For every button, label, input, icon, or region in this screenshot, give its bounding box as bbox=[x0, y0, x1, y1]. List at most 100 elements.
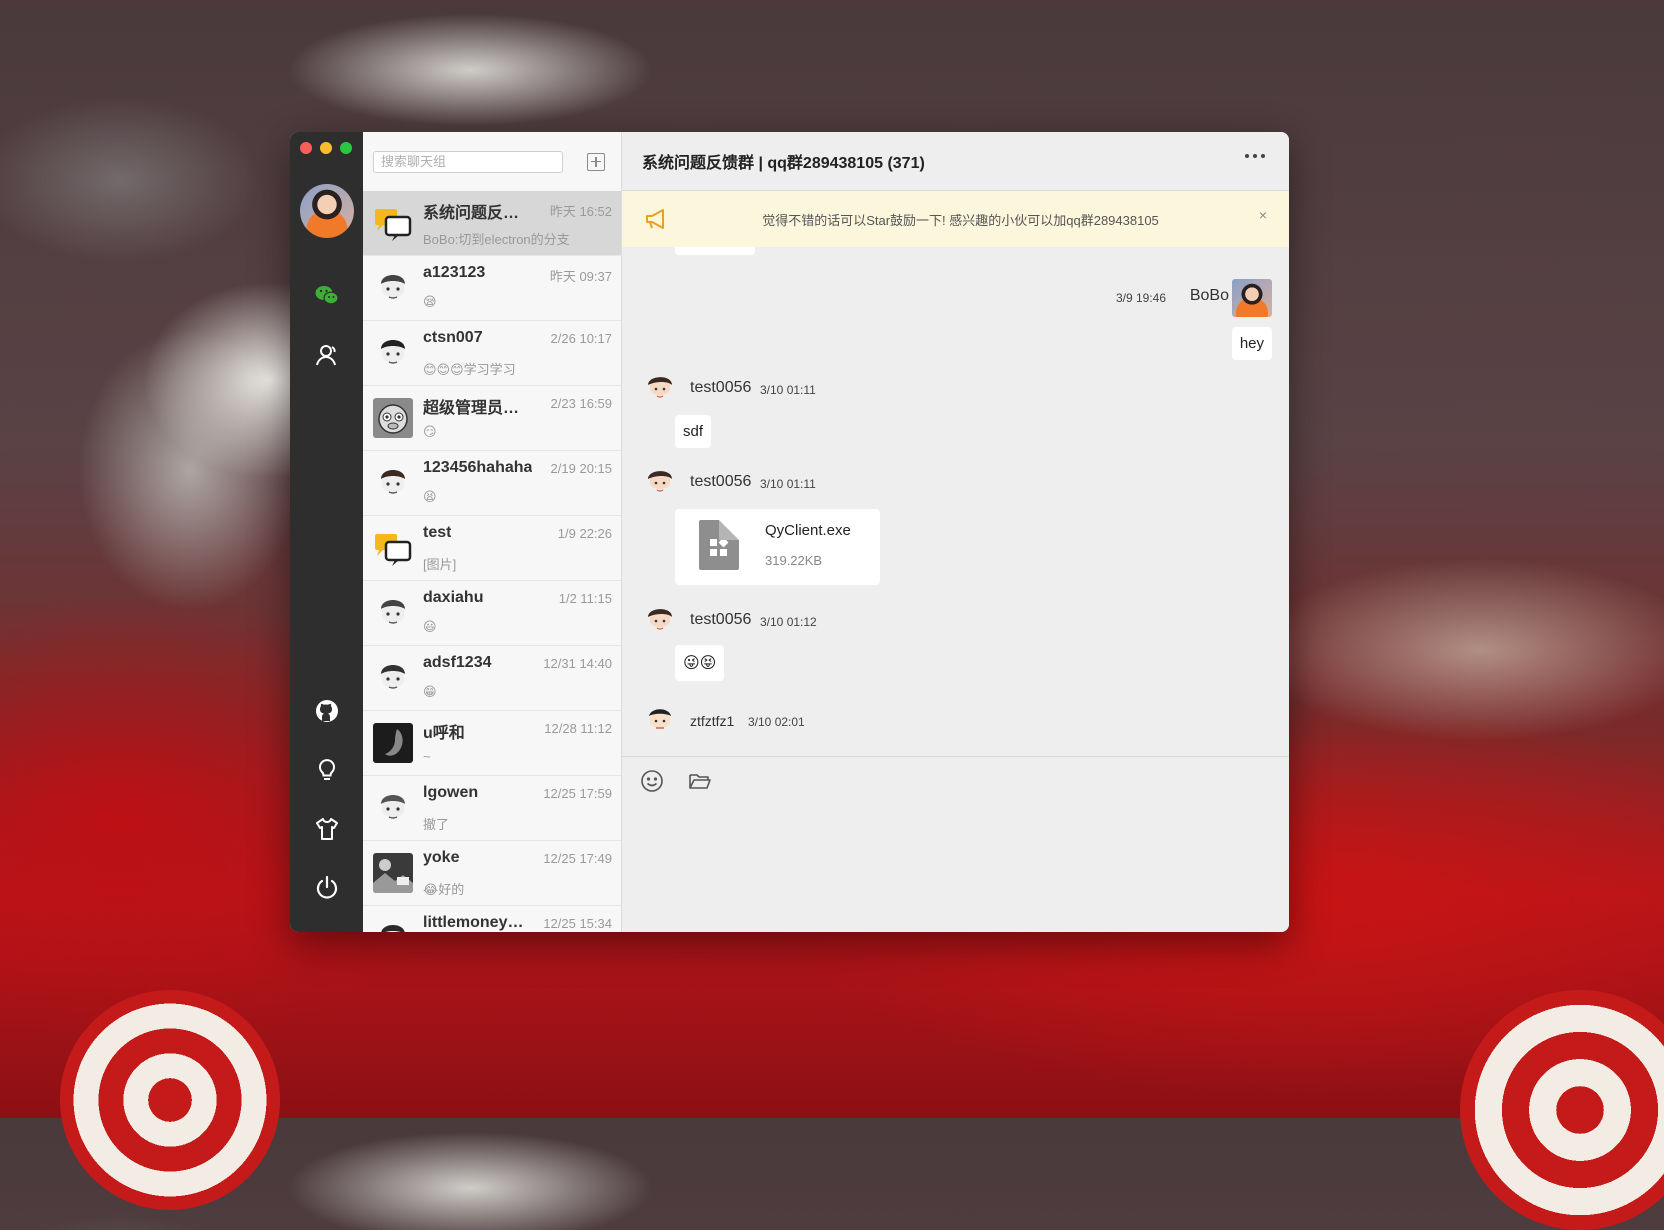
avatar bbox=[373, 918, 413, 932]
close-window-button[interactable] bbox=[300, 142, 312, 154]
chat-list-item[interactable]: a123123 昨天 09:37 😪 bbox=[363, 256, 621, 321]
message-bubble: 😜😝 bbox=[675, 645, 725, 681]
chat-list-panel: 系统问题反馈群 昨天 16:52 BoBo:切到electron的分支 a123123… bbox=[363, 132, 622, 932]
chat-list-item[interactable]: 123456hahaha 2/19 20:15 😫 bbox=[363, 451, 621, 516]
minimize-window-button[interactable] bbox=[320, 142, 332, 154]
notice-banner: 觉得不错的话可以Star鼓励一下! 感兴趣的小伙可以加qq群289438105 … bbox=[622, 191, 1289, 247]
zoom-window-button[interactable] bbox=[340, 142, 352, 154]
bulb-icon[interactable] bbox=[314, 757, 340, 783]
more-options-icon[interactable] bbox=[1245, 154, 1265, 158]
sender-name: test0056 bbox=[690, 611, 752, 628]
avatar[interactable] bbox=[642, 371, 678, 407]
chat-time: 2/23 16:59 bbox=[550, 396, 612, 411]
avatar bbox=[373, 398, 413, 438]
avatar[interactable] bbox=[1232, 279, 1272, 317]
chat-list-item[interactable]: 系统问题反馈群 昨天 16:52 BoBo:切到electron的分支 bbox=[363, 191, 621, 256]
chat-preview: 😊😊😊学习学习 bbox=[423, 362, 516, 377]
add-chat-button[interactable] bbox=[587, 152, 605, 171]
chat-time: 12/25 15:34 bbox=[543, 916, 612, 931]
chat-name: littlemoneyhaha bbox=[423, 914, 533, 931]
avatar bbox=[373, 788, 413, 828]
megaphone-icon bbox=[646, 209, 664, 229]
chat-preview: 😂好的 bbox=[423, 882, 465, 897]
chat-preview: BoBo:切到electron的分支 bbox=[423, 232, 570, 247]
chat-name: test bbox=[423, 524, 452, 541]
chat-time: 2/26 10:17 bbox=[550, 331, 612, 346]
sender-name: BoBo bbox=[1189, 287, 1229, 304]
search-input[interactable] bbox=[373, 150, 563, 173]
chat-time: 2/19 20:15 bbox=[550, 461, 612, 476]
chat-preview: 撤了 bbox=[423, 817, 450, 832]
chat-preview: 😏 bbox=[423, 424, 437, 439]
sidebar bbox=[290, 132, 363, 932]
message-time: 3/10 01:11 bbox=[760, 477, 816, 491]
file-name: QyClient.exe bbox=[765, 522, 851, 539]
chat-list-item[interactable]: u呼和 12/28 11:12 ~ bbox=[363, 711, 621, 776]
file-icon bbox=[699, 520, 739, 570]
close-notice-button[interactable]: × bbox=[1259, 207, 1267, 223]
chat-list-item[interactable]: 超级管理员王大大 2/23 16:59 😏 bbox=[363, 386, 621, 451]
folder-icon[interactable] bbox=[688, 769, 712, 793]
chat-list-item[interactable]: ctsn007 2/26 10:17 😊😊😊学习学习 bbox=[363, 321, 621, 386]
chat-preview: 😫 bbox=[423, 489, 437, 504]
search-bar bbox=[363, 132, 621, 191]
background-decoration bbox=[1460, 990, 1664, 1230]
emoji-icon[interactable] bbox=[640, 769, 664, 793]
avatar bbox=[373, 853, 413, 893]
chat-time: 1/9 22:26 bbox=[557, 526, 612, 541]
notice-text: 觉得不错的话可以Star鼓励一下! 感兴趣的小伙可以加qq群289438105 bbox=[762, 212, 1159, 228]
message-time: 3/9 19:46 bbox=[1115, 291, 1166, 305]
avatar[interactable] bbox=[642, 603, 678, 639]
github-icon[interactable] bbox=[314, 698, 340, 724]
avatar bbox=[373, 723, 413, 763]
chat-list-item[interactable]: yoke 12/25 17:49 😂好的 bbox=[363, 841, 621, 906]
contacts-icon[interactable] bbox=[314, 342, 340, 368]
chat-time: 12/28 11:12 bbox=[544, 721, 612, 736]
chat-list-item[interactable]: lgowen 12/25 17:59 撤了 bbox=[363, 776, 621, 841]
message-list: 3/9 19:46 BoBo hey test0056 3/10 01:11 s… bbox=[622, 247, 1289, 756]
conversation-title: 系统问题反馈群 | qq群289438105 (371) bbox=[642, 155, 925, 172]
avatar[interactable] bbox=[642, 465, 678, 501]
chat-list: 系统问题反馈群 昨天 16:52 BoBo:切到electron的分支 a123123… bbox=[363, 191, 621, 932]
chat-time: 12/25 17:59 bbox=[543, 786, 612, 801]
avatar bbox=[373, 528, 413, 568]
power-icon[interactable] bbox=[314, 875, 340, 901]
avatar bbox=[373, 658, 413, 698]
chat-list-item[interactable]: adsf1234 12/31 14:40 😁 bbox=[363, 646, 621, 711]
chat-list-item[interactable]: littlemoneyhaha 12/25 15:34 bbox=[363, 906, 621, 932]
wechat-chat-icon[interactable] bbox=[314, 282, 340, 308]
avatar bbox=[373, 333, 413, 373]
tshirt-icon[interactable] bbox=[314, 816, 340, 842]
file-size: 319.22KB bbox=[765, 553, 823, 568]
chat-list-item[interactable]: daxiahu 1/2 11:15 😃 bbox=[363, 581, 621, 646]
sender-name: test0056 bbox=[690, 379, 752, 396]
window-controls bbox=[300, 142, 352, 154]
chat-name: 系统问题反馈群 bbox=[423, 205, 533, 222]
chat-time: 1/2 11:15 bbox=[558, 591, 612, 606]
app-window: 系统问题反馈群 昨天 16:52 BoBo:切到electron的分支 a123123… bbox=[290, 132, 1289, 932]
chat-name: adsf1234 bbox=[423, 654, 492, 671]
file-attachment[interactable]: QyClient.exe 319.22KB bbox=[675, 509, 880, 585]
chat-time: 昨天 09:37 bbox=[549, 269, 612, 284]
chat-name: 超级管理员王大大 bbox=[423, 400, 533, 417]
message-time: 3/10 01:12 bbox=[760, 615, 817, 629]
chat-preview: 😁 bbox=[423, 684, 437, 699]
chat-time: 昨天 16:52 bbox=[549, 204, 612, 219]
message-bubble: hey bbox=[1231, 327, 1272, 360]
chat-list-item[interactable]: test 1/9 22:26 [图片] bbox=[363, 516, 621, 581]
chat-name: yoke bbox=[423, 849, 460, 866]
message-bubble bbox=[675, 247, 755, 255]
avatar[interactable] bbox=[642, 703, 678, 739]
message-time: 3/10 02:01 bbox=[748, 715, 805, 729]
chat-preview: 😃 bbox=[423, 619, 437, 634]
avatar bbox=[373, 203, 413, 243]
chat-time: 12/25 17:49 bbox=[543, 851, 612, 866]
sender-name: test0056 bbox=[690, 473, 752, 490]
background-decoration bbox=[60, 990, 280, 1210]
chat-preview: 😪 bbox=[423, 294, 437, 309]
chat-name: lgowen bbox=[423, 784, 479, 801]
chat-time: 12/31 14:40 bbox=[543, 656, 612, 671]
my-avatar[interactable] bbox=[300, 184, 354, 238]
avatar bbox=[373, 268, 413, 308]
chat-name: 123456hahaha bbox=[423, 459, 533, 476]
